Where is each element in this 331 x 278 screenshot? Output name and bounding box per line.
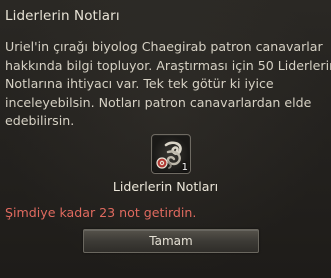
item-name: Liderlerin Notları xyxy=(112,179,219,194)
description-line: Uriel'in çırağı biyolog Chaegirab patron… xyxy=(5,39,323,54)
description-line: hakkında bilgi topluyor. Araştırması içi… xyxy=(5,57,331,73)
ok-button[interactable]: Tamam xyxy=(83,229,259,253)
dialog-title: Liderlerin Notları xyxy=(5,8,120,24)
quest-dialog: Liderlerin Notları Uriel'in çırağı biyol… xyxy=(0,0,331,278)
item-slot[interactable]: 1 xyxy=(151,134,191,174)
description-line: Notlarına ihtiyacı var. Tek tek götür ki… xyxy=(5,76,274,91)
description-line: inceleyebilsin. Notları patron canavarla… xyxy=(5,94,312,110)
dialog-description: Uriel'in çırağı biyolog Chaegirab patron… xyxy=(5,38,331,131)
item-count: 1 xyxy=(181,162,188,173)
description-line: edebilirsin. xyxy=(5,113,75,128)
progress-text: Şimdiye kadar 23 not getirdin. xyxy=(5,205,197,220)
